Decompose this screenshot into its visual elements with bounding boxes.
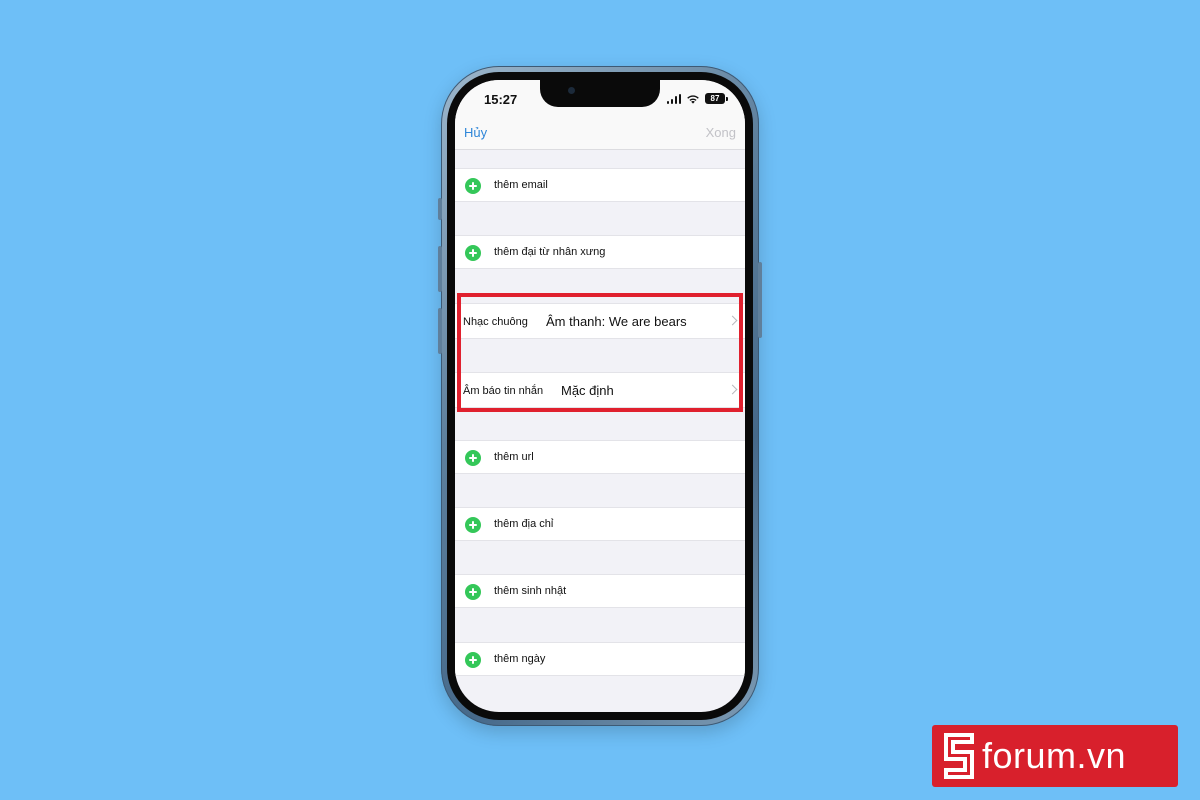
text-tone-row[interactable]: Âm báo tin nhắn Mặc định: [455, 372, 745, 408]
volume-up-button: [438, 246, 442, 292]
cellular-signal-icon: [666, 93, 681, 104]
text-tone-value: Mặc định: [561, 383, 614, 398]
add-email-label: thêm email: [494, 179, 548, 191]
ringtone-label: Nhạc chuông: [463, 316, 528, 328]
power-button: [758, 262, 762, 338]
add-pronoun-label: thêm đại từ nhân xưng: [494, 246, 606, 258]
add-icon[interactable]: [465, 245, 481, 261]
notch: [540, 80, 660, 107]
add-icon[interactable]: [465, 652, 481, 668]
add-icon[interactable]: [465, 517, 481, 533]
add-date-row[interactable]: thêm ngày: [455, 642, 745, 676]
wifi-icon: [687, 94, 699, 104]
status-time: 15:27: [484, 92, 518, 107]
add-url-label: thêm url: [494, 451, 534, 463]
battery-icon: 87: [705, 93, 728, 104]
text-tone-label: Âm báo tin nhắn: [463, 385, 544, 397]
done-button[interactable]: Xong: [706, 125, 736, 140]
ringtone-row[interactable]: Nhạc chuông Âm thanh: We are bears: [455, 303, 745, 339]
phone-frame: 15:27 87 Hủy Xong thêm email thêm đại từ…: [438, 66, 762, 726]
add-date-label: thêm ngày: [494, 653, 546, 665]
camera-icon: [568, 87, 575, 94]
chevron-right-icon: [727, 384, 738, 395]
add-address-row[interactable]: thêm địa chỉ: [455, 507, 745, 541]
add-birthday-label: thêm sinh nhật: [494, 585, 567, 597]
chevron-right-icon: [727, 315, 738, 326]
add-icon[interactable]: [465, 584, 481, 600]
volume-down-button: [438, 308, 442, 354]
cancel-button[interactable]: Hủy: [464, 125, 487, 140]
add-pronoun-row[interactable]: thêm đại từ nhân xưng: [455, 235, 745, 269]
add-address-label: thêm địa chỉ: [494, 518, 554, 530]
brand-text: forum.vn: [982, 735, 1127, 776]
add-email-row[interactable]: thêm email: [455, 168, 745, 202]
action-button: [438, 198, 442, 220]
sforum-s-logo-icon: [944, 733, 974, 779]
phone-screen: 15:27 87 Hủy Xong thêm email thêm đại từ…: [455, 80, 745, 712]
ringtone-value: Âm thanh: We are bears: [546, 314, 687, 329]
nav-bar: Hủy Xong: [455, 118, 745, 150]
sforum-logo: forum.vn: [932, 725, 1178, 787]
status-icons: 87: [666, 93, 728, 104]
add-icon[interactable]: [465, 450, 481, 466]
add-birthday-row[interactable]: thêm sinh nhật: [455, 574, 745, 608]
add-icon[interactable]: [465, 178, 481, 194]
add-url-row[interactable]: thêm url: [455, 440, 745, 474]
